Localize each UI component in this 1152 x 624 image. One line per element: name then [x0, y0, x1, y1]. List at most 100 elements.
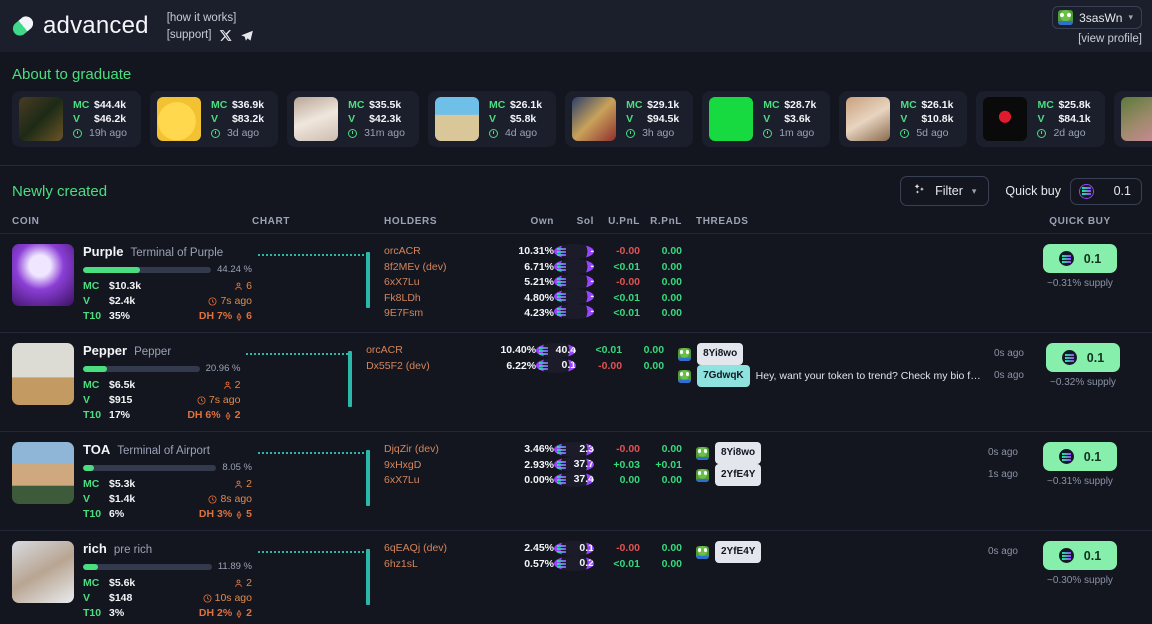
white-cat-thumb: [294, 97, 338, 141]
coin-cell[interactable]: PurpleTerminal of Purple44.24 %MC$10.3k6…: [12, 244, 252, 324]
v-label: V: [211, 112, 225, 126]
table-row[interactable]: richpre rich11.89 %MC$5.6k2V$14810s agoT…: [0, 530, 1152, 624]
frog-avatar-icon: [678, 348, 691, 361]
thread-item[interactable]: 7GdwqKHey, want your token to trend? Che…: [678, 365, 1024, 387]
how-it-works-link[interactable]: [how it works]: [167, 10, 237, 27]
v-value: $148: [109, 591, 203, 606]
holder-address[interactable]: Dx55F2 (dev): [366, 359, 484, 375]
mc-label: MC: [489, 98, 503, 112]
chart-cell[interactable]: [252, 541, 384, 613]
coin-thumbnail[interactable]: [12, 541, 74, 603]
graduate-card[interactable]: MC$29.1kV$94.5k3h ago: [565, 91, 693, 147]
quick-buy-label: Quick buy: [1005, 184, 1061, 198]
holder-rpnl: 0.00: [622, 343, 664, 359]
holder-address[interactable]: 9xHxgD: [384, 458, 502, 474]
holder-rpnl: 0.00: [640, 306, 682, 322]
upnl-cell: <0.01-0.00: [576, 343, 622, 374]
coin-thumbnail[interactable]: [12, 343, 74, 405]
quick-buy-button[interactable]: 0.1: [1043, 244, 1117, 273]
filter-button[interactable]: Filter ▾: [900, 176, 989, 206]
thread-item[interactable]: 8Yi8wo0s ago: [678, 343, 1024, 365]
graduate-strip[interactable]: MC$44.4kV$46.2k19h agoMC$36.9kV$83.2k3d …: [0, 91, 1152, 151]
holder-address[interactable]: orcACR: [366, 343, 484, 359]
holder-address[interactable]: DjqZir (dev): [384, 442, 502, 458]
thread-author-chip[interactable]: 2YfE4Y: [715, 541, 761, 563]
coin-thumbnail[interactable]: [12, 442, 74, 504]
holder-upnl: <0.01: [594, 557, 640, 573]
bonding-progress-bar: [83, 564, 212, 570]
holder-own: 3.46%: [502, 442, 554, 458]
v-label: V: [763, 112, 777, 126]
graduate-card[interactable]: MC$28.7kV$3.6k1m ago: [702, 91, 830, 147]
holder-address[interactable]: 6hz1sL: [384, 557, 502, 573]
graduate-card[interactable]: MC$26.1kV$5.8k4d ago: [428, 91, 556, 147]
thread-author-chip[interactable]: 8Yi8wo: [715, 442, 761, 464]
holder-sol: 2.3: [554, 442, 594, 457]
chart-cell[interactable]: [252, 442, 384, 514]
quick-buy-button[interactable]: 0.1: [1043, 541, 1117, 570]
holder-rpnl: 0.00: [640, 442, 682, 458]
chart-cell[interactable]: [240, 343, 366, 415]
holder-address[interactable]: 6qEAQj (dev): [384, 541, 502, 557]
mc-value: $35.5k: [369, 98, 401, 112]
frog-avatar-icon: [1058, 10, 1073, 25]
table-row[interactable]: TOATerminal of Airport8.05 %MC$5.3k2V$1.…: [0, 431, 1152, 530]
quick-buy-button[interactable]: 0.1: [1043, 442, 1117, 471]
thread-item[interactable]: 2YfE4Y0s ago: [696, 541, 1018, 563]
coin-name: Terminal of Purple: [130, 247, 223, 259]
thread-author-chip[interactable]: 2YfE4Y: [715, 464, 761, 486]
holder-upnl: -0.00: [594, 541, 640, 557]
thread-author-chip[interactable]: 8Yi8wo: [697, 343, 743, 365]
graduate-card[interactable]: MC$35.5kV$42.3k31m ago: [287, 91, 419, 147]
holder-address[interactable]: 6xX7Lu: [384, 473, 502, 489]
holder-address[interactable]: orcACR: [384, 244, 502, 260]
column-header-holders: HOLDERS: [384, 216, 502, 227]
thread-item[interactable]: 8Yi8wo0s ago: [696, 442, 1018, 464]
holder-rpnl: 0.00: [640, 260, 682, 276]
pink-hat-hippo-thumb: [1121, 97, 1152, 141]
holder-address[interactable]: 6xX7Lu: [384, 275, 502, 291]
thread-author-chip[interactable]: 7GdwqK: [697, 365, 750, 387]
mc-label: MC: [73, 98, 87, 112]
x-twitter-icon[interactable]: [219, 29, 232, 42]
graduate-card[interactable]: MC$25.8kV$84.1k2d ago: [976, 91, 1104, 147]
telegram-icon[interactable]: [240, 29, 253, 42]
graduate-card[interactable]: MC$44.4kV$46.2k19h ago: [12, 91, 141, 147]
table-row[interactable]: PurpleTerminal of Purple44.24 %MC$10.3k6…: [0, 233, 1152, 332]
graduate-card[interactable]: MCV: [1114, 91, 1152, 147]
t10-value: 6%: [109, 507, 199, 522]
coin-cell[interactable]: TOATerminal of Airport8.05 %MC$5.3k2V$1.…: [12, 442, 252, 522]
filter-label: Filter: [935, 184, 963, 198]
holders-count: 6: [234, 279, 252, 294]
coin-symbol: Pepper: [83, 343, 127, 358]
thread-item[interactable]: 2YfE4Y1s ago: [696, 464, 1018, 486]
chart-cell[interactable]: [252, 244, 384, 316]
holder-address[interactable]: 8f2MEv (dev): [384, 260, 502, 276]
coin-cell[interactable]: richpre rich11.89 %MC$5.6k2V$14810s agoT…: [12, 541, 252, 621]
coin-cell[interactable]: PepperPepper20.96 %MC$6.5k2V$9157s agoT1…: [12, 343, 240, 423]
holder-address[interactable]: Fk8LDh: [384, 291, 502, 307]
brand[interactable]: advanced: [12, 12, 149, 40]
mc-value: $5.3k: [109, 477, 234, 492]
mc-value: $5.6k: [109, 576, 234, 591]
quick-buy-input[interactable]: 0.1: [1070, 178, 1142, 205]
frog-avatar-icon: [678, 370, 691, 383]
support-link[interactable]: [support]: [167, 27, 212, 44]
view-profile-link[interactable]: [view profile]: [1052, 33, 1142, 45]
mc-label: MC: [211, 98, 225, 112]
quick-buy-button[interactable]: 0.1: [1046, 343, 1120, 372]
v-label: V: [489, 112, 503, 126]
holder-address[interactable]: 9E7Fsm: [384, 306, 502, 322]
solana-icon: [1062, 350, 1077, 365]
v-label: V: [626, 112, 640, 126]
patriot-dog-thumb: [572, 97, 616, 141]
table-row[interactable]: PepperPepper20.96 %MC$6.5k2V$9157s agoT1…: [0, 332, 1152, 431]
mc-label: MC: [83, 477, 109, 492]
sparkline-candle: [348, 351, 352, 407]
graduate-card[interactable]: MC$36.9kV$83.2k3d ago: [150, 91, 278, 147]
coin-thumbnail[interactable]: [12, 244, 74, 306]
mc-value: $44.4k: [94, 98, 126, 112]
mc-value: $36.9k: [232, 98, 264, 112]
graduate-card[interactable]: MC$26.1kV$10.8k5d ago: [839, 91, 967, 147]
user-menu-button[interactable]: 3sasWn ▾: [1052, 6, 1142, 29]
